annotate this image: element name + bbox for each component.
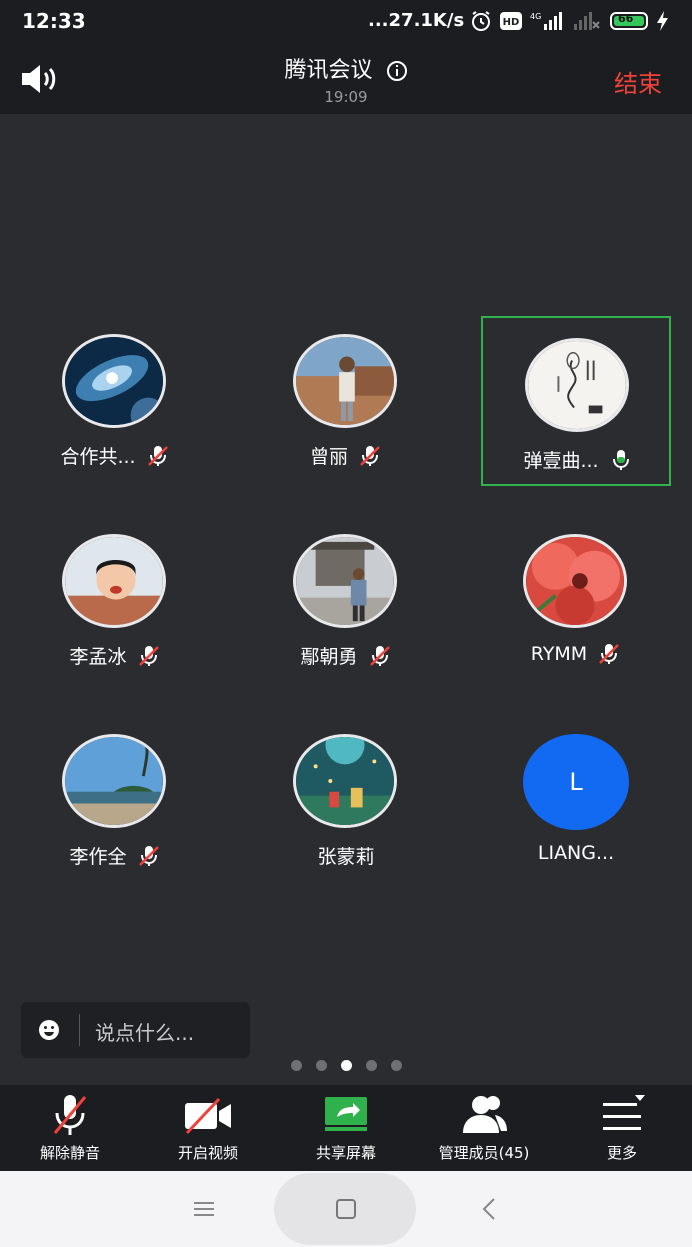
signal-4g-icon: 4G bbox=[530, 10, 566, 36]
chat-input[interactable]: 说点什么... bbox=[21, 1002, 250, 1058]
participant-tile[interactable]: 李作全 bbox=[20, 714, 210, 884]
emoji-icon[interactable] bbox=[37, 1018, 61, 1046]
avatar bbox=[293, 334, 397, 428]
recent-apps-button[interactable] bbox=[184, 1191, 224, 1227]
participant-name: 合作共... bbox=[60, 446, 136, 468]
participant-tile[interactable]: 合作共... bbox=[20, 314, 210, 484]
title-area: 腾讯会议 19:09 bbox=[0, 52, 692, 106]
manage-members-label: 管理成员(45) bbox=[438, 1144, 530, 1162]
unmute-button[interactable]: 解除静音 bbox=[5, 1085, 135, 1171]
participant-name: 张蒙莉 bbox=[317, 846, 375, 868]
alarm-icon bbox=[470, 10, 492, 36]
signal-weak-icon bbox=[572, 10, 602, 36]
manage-members-button[interactable]: 管理成员(45) bbox=[419, 1085, 549, 1171]
avatar bbox=[62, 734, 166, 828]
info-icon[interactable] bbox=[386, 60, 408, 86]
avatar bbox=[293, 734, 397, 828]
mic-muted-icon bbox=[369, 645, 390, 666]
participant-tile-active-speaker[interactable]: 弹壹曲... bbox=[481, 316, 671, 486]
meeting-duration: 19:09 bbox=[324, 87, 368, 106]
status-icons: HD 4G 66 bbox=[470, 10, 680, 34]
avatar bbox=[62, 534, 166, 628]
start-video-button[interactable]: 开启视频 bbox=[143, 1085, 273, 1171]
page-indicator bbox=[0, 1060, 692, 1071]
participant-name: 鄢朝勇 bbox=[300, 646, 358, 668]
meeting-header: 腾讯会议 19:09 结束 bbox=[0, 44, 692, 114]
meeting-toolbar: 解除静音 开启视频 共享屏幕 管理成员(45) 更多 bbox=[0, 1085, 692, 1171]
home-square-icon bbox=[336, 1199, 356, 1219]
start-video-label: 开启视频 bbox=[177, 1144, 238, 1162]
back-chevron-icon bbox=[482, 1198, 495, 1220]
page-dot[interactable] bbox=[290, 1060, 302, 1071]
share-screen-label: 共享屏幕 bbox=[315, 1144, 376, 1162]
more-label: 更多 bbox=[606, 1144, 637, 1162]
participant-name: RYMM bbox=[530, 643, 588, 665]
network-speed: ...27.1K/s bbox=[368, 10, 465, 31]
unmute-label: 解除静音 bbox=[39, 1144, 100, 1162]
avatar bbox=[293, 534, 397, 628]
chat-placeholder: 说点什么... bbox=[95, 1021, 195, 1045]
mic-muted-icon bbox=[147, 445, 168, 466]
mic-muted-icon bbox=[138, 645, 159, 666]
participant-tile[interactable]: RYMM bbox=[481, 514, 671, 684]
share-screen-icon bbox=[325, 1097, 367, 1131]
participant-name: 弹壹曲... bbox=[523, 450, 599, 472]
participant-tile[interactable]: L LIANG... bbox=[481, 714, 671, 884]
status-bar: 12:33 ...27.1K/s HD 4G 66 bbox=[0, 0, 692, 44]
menu-icon bbox=[194, 1202, 214, 1216]
page-dot[interactable] bbox=[365, 1060, 377, 1071]
participant-name: 李作全 bbox=[69, 846, 127, 868]
svg-text:HD: HD bbox=[503, 17, 520, 28]
meeting-title: 腾讯会议 bbox=[284, 58, 373, 83]
more-menu-icon bbox=[603, 1095, 645, 1130]
svg-text:4G: 4G bbox=[530, 12, 541, 21]
status-time: 12:33 bbox=[22, 9, 86, 33]
members-icon bbox=[463, 1096, 507, 1133]
mic-muted-icon bbox=[53, 1095, 87, 1135]
system-nav-bar bbox=[0, 1171, 692, 1247]
avatar bbox=[62, 334, 166, 428]
avatar bbox=[525, 338, 629, 432]
participant-tile[interactable]: 鄢朝勇 bbox=[251, 514, 441, 684]
avatar bbox=[523, 534, 627, 628]
back-button[interactable] bbox=[470, 1191, 510, 1227]
page-dot[interactable] bbox=[390, 1060, 402, 1071]
participant-name: 曾丽 bbox=[309, 446, 348, 468]
more-button[interactable]: 更多 bbox=[557, 1085, 687, 1171]
charging-icon bbox=[656, 10, 670, 36]
video-off-icon bbox=[185, 1097, 231, 1135]
participant-name: 李孟冰 bbox=[69, 646, 127, 668]
home-button[interactable] bbox=[326, 1191, 366, 1227]
battery-icon: 66 bbox=[610, 12, 648, 30]
participant-tile[interactable]: 张蒙莉 bbox=[251, 714, 441, 884]
mic-muted-icon bbox=[138, 845, 159, 866]
page-dot[interactable] bbox=[315, 1060, 327, 1071]
end-meeting-button[interactable]: 结束 bbox=[614, 64, 662, 99]
mic-muted-icon bbox=[599, 644, 620, 664]
participant-name: LIANG... bbox=[537, 842, 615, 864]
share-screen-button[interactable]: 共享屏幕 bbox=[281, 1085, 411, 1171]
participant-tile[interactable]: 曾丽 bbox=[251, 314, 441, 484]
page-dot-current[interactable] bbox=[340, 1060, 352, 1071]
avatar: L bbox=[523, 734, 629, 830]
mic-speaking-icon bbox=[612, 449, 629, 470]
hd-icon: HD bbox=[500, 12, 522, 34]
mic-muted-icon bbox=[360, 445, 380, 466]
participant-tile[interactable]: 李孟冰 bbox=[20, 514, 210, 684]
